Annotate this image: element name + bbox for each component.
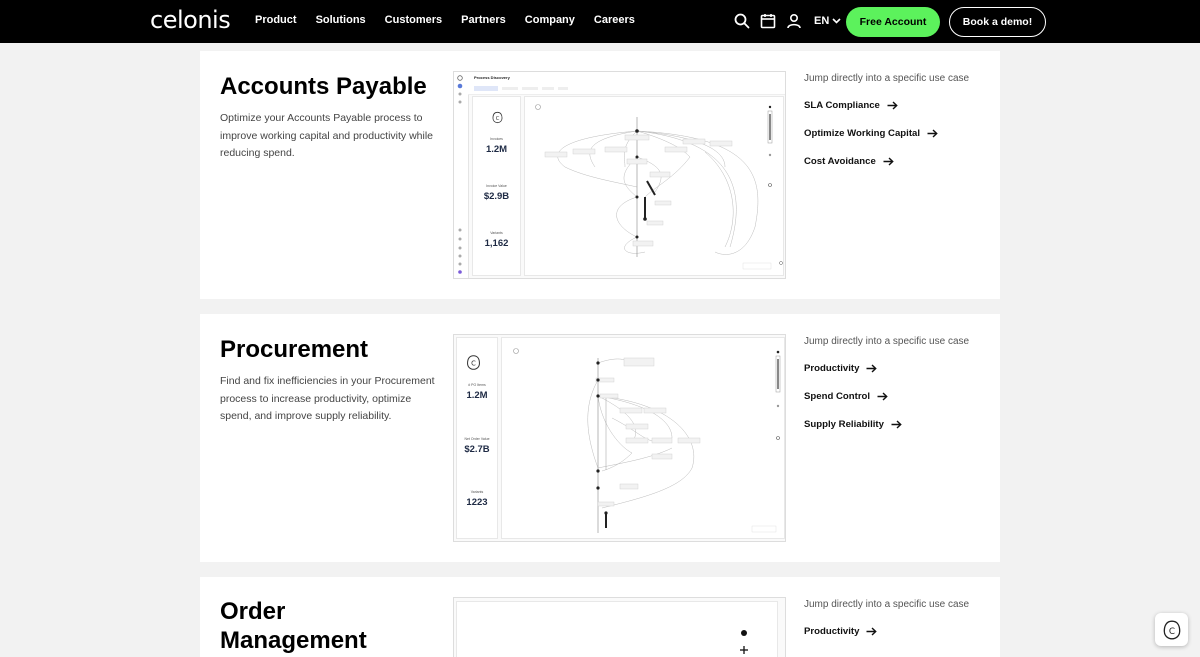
- arrow-right-icon: [891, 420, 902, 429]
- kpi-value: 1.2M: [466, 390, 488, 401]
- link-productivity[interactable]: Productivity: [804, 626, 878, 637]
- process-graph-panel: [501, 337, 785, 539]
- language-label: EN: [814, 15, 830, 27]
- svg-text:C: C: [471, 359, 476, 367]
- arrow-right-icon: [883, 157, 894, 166]
- kpi-net-order-value: Net Order Value $2.7B: [457, 437, 497, 455]
- order-management-screenshot: [453, 597, 786, 657]
- nav-link-partners[interactable]: Partners: [461, 14, 506, 26]
- section-procurement: Procurement Find and fix inefficiencies …: [200, 314, 1000, 562]
- free-account-button[interactable]: Free Account: [846, 7, 940, 37]
- nav-links: Product Solutions Customers Partners Com…: [255, 14, 654, 26]
- nav-utility-icons: EN: [734, 13, 841, 29]
- chat-assistant-button[interactable]: C: [1155, 613, 1188, 646]
- section-title: Accounts Payable: [220, 73, 427, 100]
- nav-link-customers[interactable]: Customers: [385, 14, 442, 26]
- window-tab[interactable]: [522, 87, 538, 90]
- link-cost-avoidance[interactable]: Cost Avoidance: [804, 156, 894, 167]
- arrow-right-icon: [866, 627, 878, 636]
- section-description: Find and fix inefficiencies in your Proc…: [220, 375, 435, 423]
- arrow-right-icon: [877, 392, 888, 401]
- kpi-invoice-value: Invoice Value $2.9B: [473, 184, 520, 202]
- kpi-value: 1.2M: [485, 144, 508, 155]
- svg-text:C: C: [496, 116, 500, 122]
- kpi-label: Invoice Value: [486, 184, 507, 188]
- link-label: Spend Control: [804, 391, 871, 402]
- book-demo-button[interactable]: Book a demo!: [949, 7, 1046, 37]
- section-title-line1: Order: [220, 598, 286, 625]
- link-label: SLA Compliance: [804, 100, 880, 111]
- kpi-label: Variants: [490, 231, 503, 235]
- arrow-right-icon: [866, 364, 878, 373]
- nav-link-solutions[interactable]: Solutions: [316, 14, 366, 26]
- link-label: Supply Reliability: [804, 419, 884, 430]
- kpi-variants: Variants 1223: [457, 490, 497, 508]
- calendar-icon[interactable]: [760, 13, 776, 29]
- search-icon[interactable]: [734, 13, 750, 29]
- kpi-label: # PO Items: [468, 383, 486, 387]
- window-header: Process Discovery: [468, 72, 785, 95]
- window-tab[interactable]: [542, 87, 554, 90]
- use-case-heading: Jump directly into a specific use case: [804, 599, 970, 610]
- kpi-panel: C Invoices 1.2M Invoice Value $2.9B Vari…: [472, 96, 521, 276]
- kpi-value: 1,162: [484, 238, 509, 249]
- window-tab-active[interactable]: [474, 86, 498, 91]
- nav-link-product[interactable]: Product: [255, 14, 297, 26]
- language-selector[interactable]: EN: [814, 15, 841, 27]
- graph-controls: [740, 630, 748, 654]
- procurement-screenshot: C # PO Items 1.2M Net Order Value $2.7B …: [453, 334, 786, 542]
- arrow-right-icon: [927, 129, 938, 138]
- kpi-value: $2.9B: [483, 191, 510, 202]
- section-title: Procurement: [220, 336, 369, 363]
- kpi-label: Invoices: [490, 137, 503, 141]
- kpi-po-items: # PO Items 1.2M: [457, 383, 497, 401]
- nav-link-careers[interactable]: Careers: [594, 14, 635, 26]
- user-icon[interactable]: [786, 13, 802, 29]
- nav-link-company[interactable]: Company: [525, 14, 575, 26]
- link-label: Productivity: [804, 363, 860, 374]
- link-spend-control[interactable]: Spend Control: [804, 391, 888, 402]
- top-navigation: celonis Product Solutions Customers Part…: [0, 0, 1200, 43]
- link-label: Productivity: [804, 626, 860, 637]
- celonis-mark-icon: C: [492, 111, 503, 124]
- celonis-mark-icon: C: [467, 355, 480, 370]
- link-supply-reliability[interactable]: Supply Reliability: [804, 419, 902, 430]
- section-title: Order Management: [220, 597, 367, 655]
- app-icon-rail: [454, 72, 469, 278]
- celonis-chat-icon: C: [1163, 620, 1180, 639]
- use-case-heading: Jump directly into a specific use case: [804, 336, 970, 347]
- kpi-panel: C # PO Items 1.2M Net Order Value $2.7B …: [456, 337, 498, 539]
- kpi-value: $2.7B: [464, 444, 490, 455]
- process-graph-panel: [456, 601, 778, 657]
- process-discovery-screenshot: Process Discovery C Invoices 1.2M Invoic…: [453, 71, 786, 279]
- arrow-right-icon: [887, 101, 898, 110]
- link-label: Optimize Working Capital: [804, 128, 921, 139]
- section-title-line2: Management: [220, 627, 367, 654]
- link-sla-compliance[interactable]: SLA Compliance: [804, 100, 898, 111]
- process-graph: [513, 348, 781, 533]
- svg-text:C: C: [1168, 626, 1174, 636]
- link-label: Cost Avoidance: [804, 156, 876, 167]
- link-productivity[interactable]: Productivity: [804, 363, 878, 374]
- section-order-management: Order Management Jump directly into a sp…: [200, 577, 1000, 657]
- kpi-label: Net Order Value: [464, 437, 490, 441]
- section-description: Optimize your Accounts Payable process t…: [220, 112, 434, 160]
- use-case-heading: Jump directly into a specific use case: [804, 73, 970, 84]
- window-title: Process Discovery: [474, 75, 510, 80]
- process-graph-panel: [524, 96, 784, 276]
- window-tab[interactable]: [502, 87, 518, 90]
- kpi-invoices: Invoices 1.2M: [473, 137, 520, 155]
- process-graph: [535, 104, 783, 270]
- celonis-logo[interactable]: celonis: [150, 6, 231, 34]
- chevron-down-icon: [832, 18, 841, 24]
- link-optimize-working-capital[interactable]: Optimize Working Capital: [804, 128, 938, 139]
- kpi-value: 1223: [466, 497, 488, 508]
- window-tab[interactable]: [558, 87, 568, 90]
- rail-icons: [457, 75, 463, 274]
- kpi-label: Variants: [470, 490, 484, 494]
- kpi-variants: Variants 1,162: [473, 231, 520, 249]
- section-accounts-payable: Accounts Payable Optimize your Accounts …: [200, 51, 1000, 299]
